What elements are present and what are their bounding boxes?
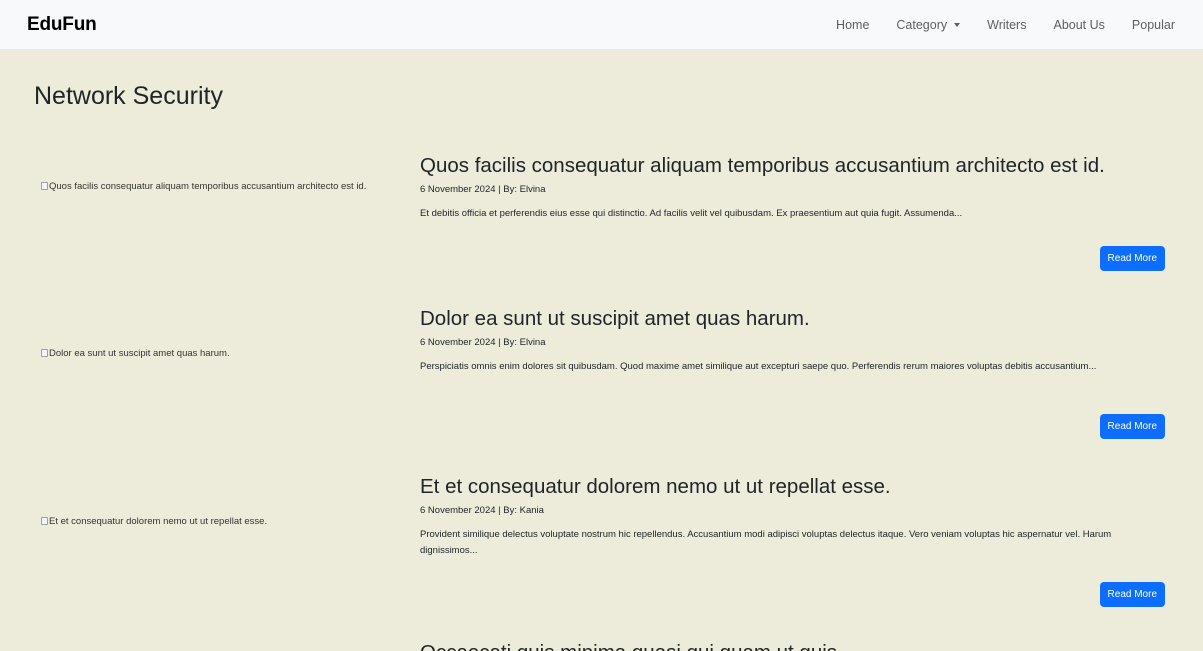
article-title: Dolor ea sunt ut suscipit amet quas haru… [420, 307, 810, 330]
brand-logo[interactable]: EduFun [27, 14, 97, 36]
caret-down-icon [954, 23, 961, 27]
navbar: EduFun Home Category Writers About Us Po… [0, 0, 1203, 49]
image-alt-text: Dolor ea sunt ut suscipit amet quas haru… [49, 348, 230, 359]
article-title: Quos facilis consequatur aliquam tempori… [420, 154, 1105, 177]
article-content: Et et consequatur dolorem nemo ut ut rep… [420, 474, 1165, 607]
read-more-button[interactable]: Read More [1099, 582, 1165, 607]
article-content: Quos facilis consequatur aliquam tempori… [420, 153, 1165, 271]
article-image: Et et consequatur dolorem nemo ut ut rep… [41, 514, 411, 529]
nav-links: Home Category Writers About Us Popular [809, 18, 1175, 32]
image-alt-text: Et et consequatur dolorem nemo ut ut rep… [49, 516, 268, 527]
broken-image-icon [41, 517, 48, 525]
read-more-button[interactable]: Read More [1099, 246, 1165, 271]
article-title: Occaecati quis minima quasi qui quam ut … [420, 640, 1165, 651]
nav-link-label: About Us [1053, 17, 1105, 32]
read-more-button[interactable]: Read More [1099, 414, 1165, 439]
article-meta: 6 November 2024 | By: Elvina [420, 184, 546, 195]
article-image: Dolor ea sunt ut suscipit amet quas haru… [41, 346, 411, 361]
page-title: Network Security [34, 82, 223, 110]
nav-link-about-us[interactable]: About Us [1053, 18, 1104, 32]
article-content: Dolor ea sunt ut suscipit amet quas haru… [420, 306, 1165, 439]
nav-link-label: Category [896, 17, 948, 32]
article-excerpt: Perspiciatis omnis enim dolores sit quib… [420, 361, 1097, 372]
nav-link-category-dropdown[interactable]: Category [896, 17, 961, 32]
article-excerpt: Et debitis officia et perferendis eius e… [420, 208, 963, 219]
article-title: Et et consequatur dolorem nemo ut ut rep… [420, 475, 891, 498]
nav-link-label: Writers [987, 17, 1027, 32]
nav-link-writers[interactable]: Writers [987, 18, 1026, 32]
broken-image-icon [41, 349, 48, 357]
nav-link-popular[interactable]: Popular [1132, 18, 1175, 32]
article-image: Quos facilis consequatur aliquam tempori… [41, 179, 411, 194]
article-excerpt: Provident similique delectus voluptate n… [420, 529, 1112, 556]
broken-image-icon [41, 182, 48, 190]
nav-link-label: Home [836, 17, 870, 32]
article-content: Occaecati quis minima quasi qui quam ut … [420, 640, 1165, 651]
nav-link-label: Popular [1131, 17, 1175, 32]
article-meta: 6 November 2024 | By: Elvina [420, 337, 546, 348]
nav-link-home[interactable]: Home [836, 18, 869, 32]
image-alt-text: Quos facilis consequatur aliquam tempori… [49, 181, 367, 192]
article-meta: 6 November 2024 | By: Kania [420, 505, 544, 516]
